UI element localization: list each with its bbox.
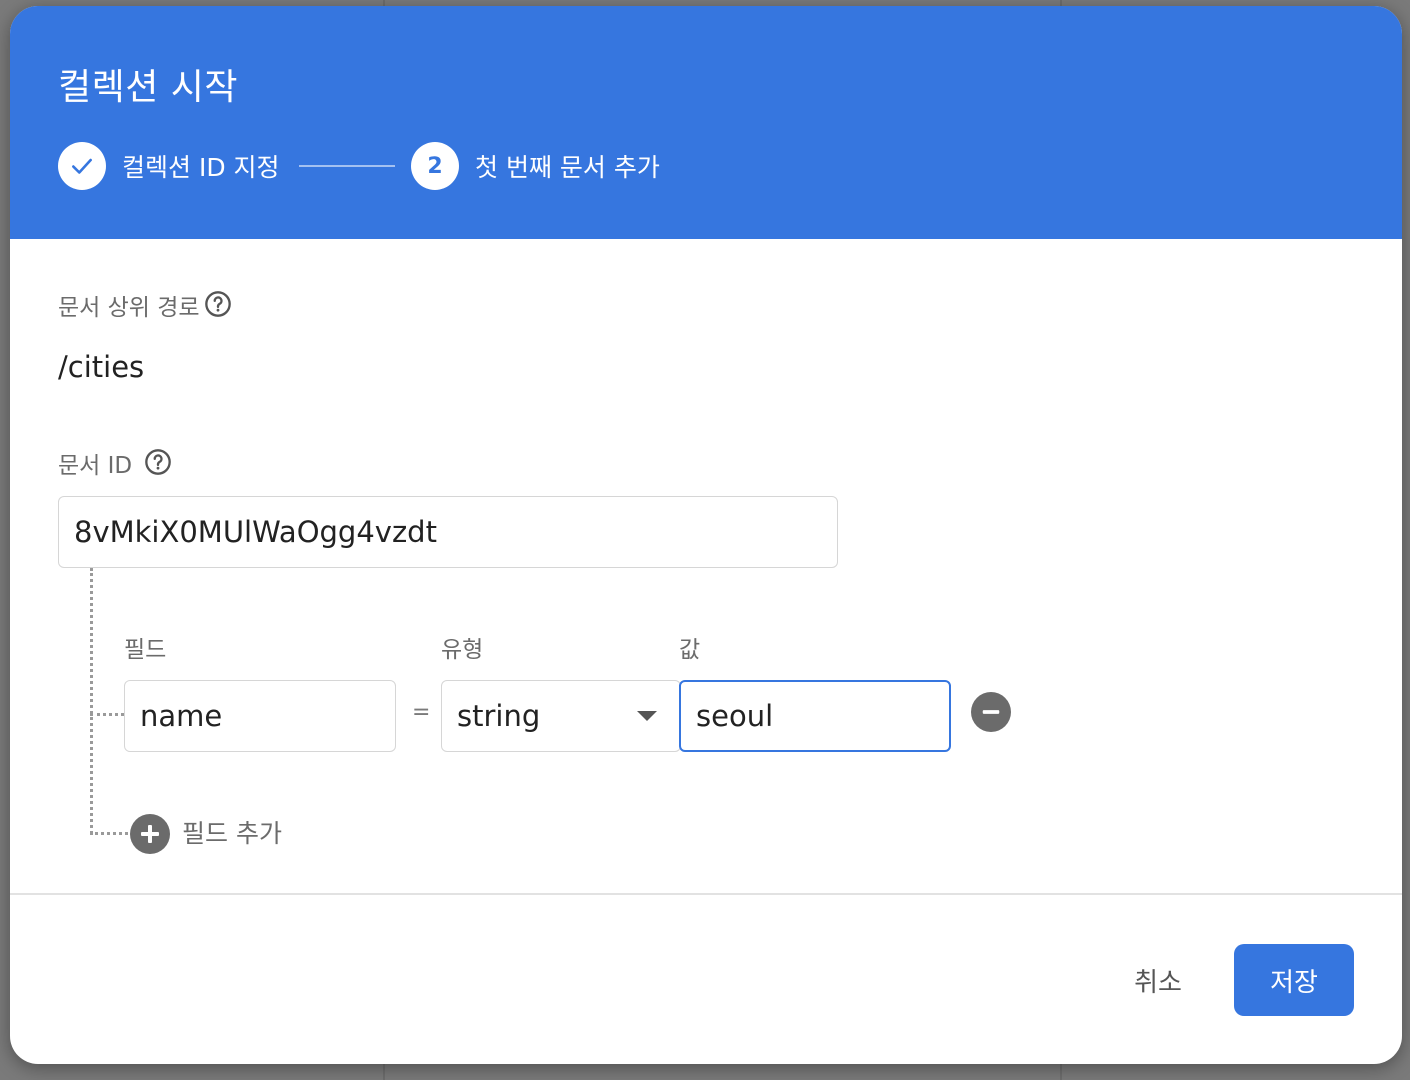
save-button[interactable]: 저장 [1234, 944, 1354, 1016]
field-column-header: 필드 [124, 637, 167, 663]
dropdown-caret-icon[interactable] [637, 711, 657, 721]
minus-icon [982, 710, 1000, 714]
step-connector [299, 165, 395, 167]
cancel-button[interactable]: 취소 [1110, 944, 1206, 1016]
plus-icon [141, 825, 159, 843]
start-collection-dialog: 컬렉션 시작 컬렉션 ID 지정 2 첫 번째 문서 추가 문서 상위 경로 /… [10, 6, 1402, 1064]
add-field-label[interactable]: 필드 추가 [182, 814, 282, 850]
tree-connector-field [90, 713, 124, 716]
parent-path-label: 문서 상위 경로 [58, 295, 200, 321]
step-2-label: 첫 번째 문서 추가 [475, 153, 660, 182]
dialog-header: 컬렉션 시작 컬렉션 ID 지정 2 첫 번째 문서 추가 [10, 6, 1402, 239]
parent-path-value: /cities [58, 350, 145, 384]
check-icon [72, 158, 92, 174]
document-id-label: 문서 ID [58, 453, 133, 479]
type-column-header: 유형 [441, 637, 484, 663]
step-complete-check-icon [58, 142, 106, 190]
value-column-header: 값 [679, 637, 701, 663]
remove-field-button[interactable] [971, 692, 1011, 732]
help-icon[interactable] [144, 448, 172, 476]
field-name-input[interactable]: name [124, 680, 396, 752]
field-value-input[interactable]: seoul [679, 680, 951, 752]
step-2-number: 2 [411, 142, 459, 190]
footer-divider [10, 893, 1402, 895]
help-icon[interactable] [204, 290, 232, 318]
step-1-label: 컬렉션 ID 지정 [122, 153, 280, 182]
dialog-title: 컬렉션 시작 [58, 67, 239, 108]
tree-connector-add [90, 832, 128, 835]
document-id-input[interactable]: 8vMkiX0MUlWaOgg4vzdt [58, 496, 838, 568]
equals-sign: = [412, 700, 431, 725]
tree-connector-vertical [90, 568, 93, 834]
add-field-button[interactable] [130, 814, 170, 854]
